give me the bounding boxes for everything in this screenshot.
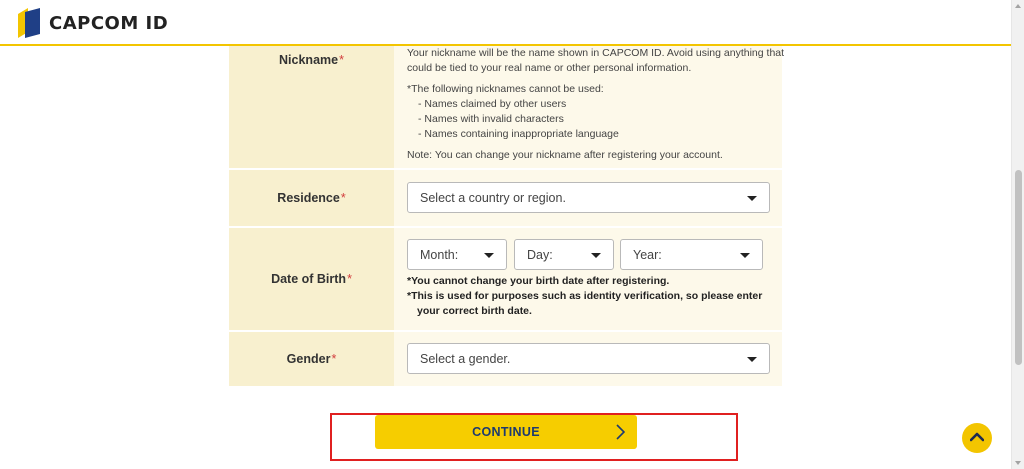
nickname-label: Nickname * [229, 46, 394, 168]
gender-label: Gender * [229, 332, 394, 386]
nickname-row: Nickname * Your nickname will be the name… [229, 46, 784, 170]
scroll-to-top-button[interactable] [962, 423, 992, 453]
gender-row: Gender * Select a gender. [229, 332, 782, 388]
dob-value-cell: Month: Day: Year: *You cannot change you… [394, 228, 782, 330]
chevron-down-icon [747, 196, 757, 201]
nickname-rule: - Names containing inappropriate languag… [418, 128, 619, 140]
registration-form: Nickname * Your nickname will be the name… [229, 46, 784, 388]
residence-label: Residence * [229, 170, 394, 226]
chevron-right-icon [615, 424, 626, 443]
nickname-description: Your nickname will be the name shown in … [407, 46, 787, 163]
chevron-up-icon [969, 429, 985, 447]
dob-notes: *You cannot change your birth date after… [407, 275, 763, 317]
month-select[interactable]: Month: [407, 239, 507, 270]
gender-select[interactable]: Select a gender. [407, 343, 770, 374]
required-mark: * [331, 352, 337, 366]
required-mark: * [340, 191, 346, 205]
year-select[interactable]: Year: [620, 239, 763, 270]
nickname-note: Note: You can change your nickname after… [407, 149, 723, 161]
chevron-down-icon [484, 253, 494, 258]
scroll-up-arrow-icon[interactable] [1015, 4, 1021, 8]
nickname-rule: - Names with invalid characters [418, 113, 564, 125]
chevron-down-icon [740, 253, 750, 258]
scrollbar-thumb[interactable] [1015, 170, 1022, 365]
residence-select[interactable]: Select a country or region. [407, 182, 770, 213]
page-scrollbar[interactable] [1011, 0, 1024, 469]
dob-label: Date of Birth * [229, 228, 394, 330]
nickname-value-cell: Your nickname will be the name shown in … [394, 46, 784, 168]
capcom-logo-icon [18, 8, 40, 38]
site-header: CAPCOM ID [0, 0, 1011, 46]
day-select[interactable]: Day: [514, 239, 614, 270]
brand-logo[interactable]: CAPCOM ID [18, 8, 168, 38]
continue-button[interactable]: CONTINUE [375, 415, 637, 449]
required-mark: * [347, 272, 352, 286]
scroll-down-arrow-icon[interactable] [1015, 461, 1021, 465]
required-mark: * [339, 53, 344, 67]
chevron-down-icon [747, 357, 757, 362]
dob-row: Date of Birth * Month: Day: Year: *You ca… [229, 228, 782, 332]
chevron-down-icon [591, 253, 601, 258]
gender-value-cell: Select a gender. [394, 332, 782, 386]
nickname-rule: - Names claimed by other users [418, 98, 567, 110]
brand-name: CAPCOM ID [49, 12, 169, 34]
residence-row: Residence * Select a country or region. [229, 170, 782, 228]
residence-value-cell: Select a country or region. [394, 170, 782, 226]
